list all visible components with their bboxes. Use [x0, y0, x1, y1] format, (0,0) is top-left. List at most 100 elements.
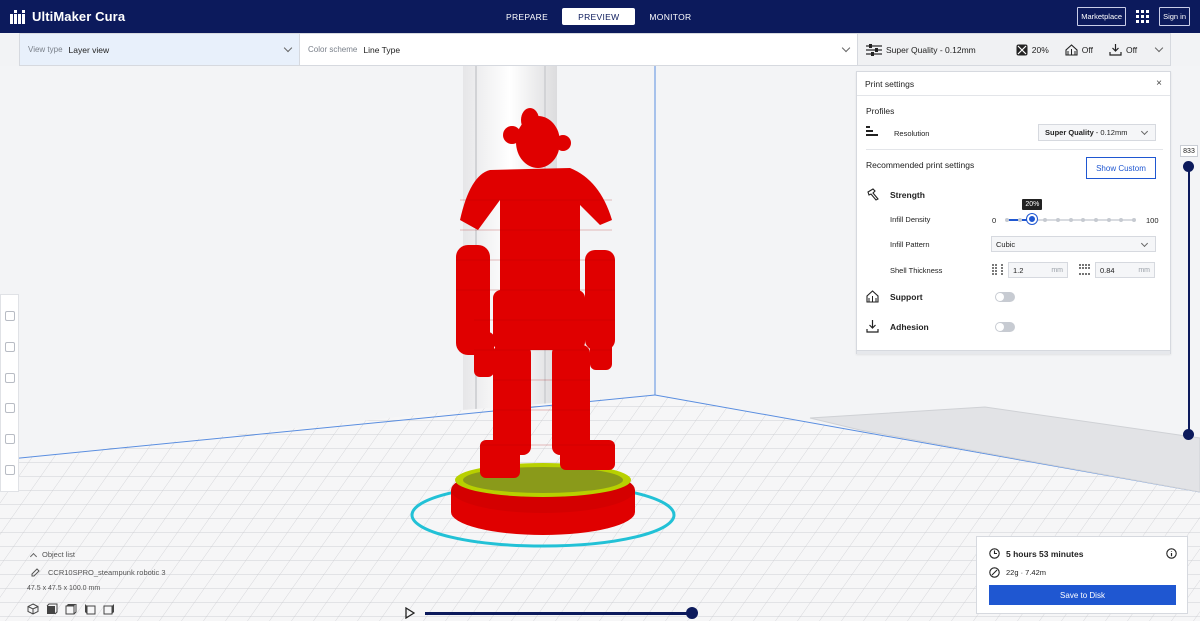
- strength-title: Strength: [890, 190, 925, 200]
- infill-max-label: 100: [1146, 216, 1159, 225]
- color-scheme-value: Line Type: [363, 44, 401, 55]
- wall-thickness-unit: mm: [1051, 266, 1063, 274]
- sliders-icon: [866, 43, 882, 56]
- mirror-tool-icon[interactable]: [4, 403, 15, 414]
- infill-icon: [1016, 44, 1028, 55]
- print-time-row: 5 hours 53 minutes: [989, 548, 1083, 559]
- tab-preview[interactable]: PREVIEW: [562, 8, 636, 25]
- layer-slider-track[interactable]: [1188, 166, 1190, 434]
- object-list-label: Object list: [42, 550, 75, 559]
- camera-view-buttons: [27, 603, 115, 615]
- material-usage: 22g · 7.42m: [1006, 568, 1047, 577]
- adhesion-icon: [1109, 43, 1122, 56]
- chevron-down-icon: [1154, 43, 1164, 53]
- view-toolbar: View type Layer view Color scheme Line T…: [19, 33, 1171, 66]
- scale-tool-icon[interactable]: [4, 341, 15, 352]
- top-bottom-thickness-icon: [1079, 264, 1090, 275]
- info-icon[interactable]: [1166, 548, 1177, 559]
- resolution-icon: [866, 126, 878, 136]
- print-setup-summary[interactable]: Super Quality - 0.12mm 20% Off Off: [858, 34, 1170, 65]
- marketplace-button[interactable]: Marketplace: [1077, 7, 1127, 26]
- infill-slider-tick: [1005, 218, 1009, 222]
- object-name: CCR10SPRO_steampunk robotic 3: [48, 568, 166, 577]
- infill-slider-tick: [1055, 218, 1060, 222]
- support-icon: [1065, 43, 1078, 56]
- left-view-icon[interactable]: [84, 603, 96, 615]
- brand-name: UltiMaker Cura: [32, 9, 126, 24]
- close-icon[interactable]: ×: [1156, 78, 1162, 89]
- simulation-slider-handle[interactable]: [686, 607, 698, 619]
- sign-in-button[interactable]: Sign in: [1159, 7, 1190, 26]
- infill-slider-tick: [1093, 218, 1098, 222]
- infill-slider-tick: [1119, 218, 1124, 222]
- print-settings-panel: Print settings × Profiles Resolution Sup…: [856, 71, 1171, 354]
- front-view-icon[interactable]: [46, 603, 58, 615]
- recommended-title: Recommended print settings: [866, 160, 975, 170]
- top-bar: UltiMaker Cura PREPARE PREVIEW MONITOR M…: [0, 0, 1200, 33]
- infill-pattern-select[interactable]: Cubic: [991, 236, 1156, 252]
- object-list-toggle[interactable]: Object list: [29, 550, 75, 560]
- infill-slider-tick: [1106, 218, 1111, 222]
- support-icon: [866, 290, 879, 303]
- hammer-icon: [867, 188, 879, 201]
- infill-slider-thumb[interactable]: [1027, 214, 1038, 224]
- save-to-disk-button[interactable]: Save to Disk: [989, 585, 1176, 605]
- infill-slider-tick: [1017, 218, 1022, 222]
- infill-slider-tick: [1043, 218, 1048, 222]
- adhesion-value: Off: [1125, 44, 1138, 55]
- per-model-settings-icon[interactable]: [4, 433, 15, 444]
- adhesion-summary: Off: [1109, 43, 1138, 56]
- ultimaker-logo-icon: [10, 9, 25, 24]
- infill-slider-tick: [1081, 218, 1086, 222]
- wall-thickness-input[interactable]: 1.2 mm: [1008, 262, 1068, 278]
- layer-slider-top-handle[interactable]: [1183, 161, 1194, 172]
- chevron-down-icon: [1140, 239, 1149, 248]
- color-scheme-label: Color scheme: [308, 45, 358, 54]
- wall-thickness-icon: [992, 264, 1003, 275]
- color-scheme-select[interactable]: Color scheme Line Type: [300, 34, 858, 65]
- support-summary: Off: [1065, 43, 1093, 56]
- spool-icon: [989, 567, 1000, 578]
- pencil-icon[interactable]: [31, 568, 40, 577]
- print-estimate-card: 5 hours 53 minutes 22g · 7.42m Save to D…: [976, 536, 1188, 614]
- tab-prepare[interactable]: PREPARE: [492, 8, 562, 25]
- chevron-down-icon: [283, 43, 293, 53]
- resolution-layer: - 0.12mm: [1095, 128, 1128, 137]
- top-view-icon[interactable]: [65, 603, 77, 615]
- layer-slider-bottom-handle[interactable]: [1183, 429, 1194, 440]
- tool-panel: [0, 294, 19, 492]
- infill-value: 20%: [1031, 44, 1049, 55]
- tab-monitor[interactable]: MONITOR: [635, 8, 705, 25]
- infill-density-label: Infill Density: [890, 215, 931, 224]
- stage-nav: PREPARE PREVIEW MONITOR: [492, 8, 706, 25]
- show-custom-button[interactable]: Show Custom: [1086, 157, 1156, 179]
- panel-footer: [857, 350, 1170, 354]
- divider: [866, 149, 1163, 150]
- support-value: Off: [1081, 44, 1093, 55]
- top-bottom-thickness-value: 0.84: [1100, 265, 1115, 275]
- layer-number-badge[interactable]: 833: [1180, 145, 1198, 157]
- support-title: Support: [890, 292, 923, 302]
- rotate-tool-icon[interactable]: [4, 372, 15, 383]
- adhesion-toggle[interactable]: [995, 322, 1015, 332]
- top-bottom-thickness-unit: mm: [1138, 266, 1150, 274]
- chevron-down-icon: [1140, 127, 1149, 136]
- quality-summary: Super Quality - 0.12mm: [866, 43, 976, 56]
- move-tool-icon[interactable]: [4, 311, 15, 322]
- top-bottom-thickness-input[interactable]: 0.84 mm: [1095, 262, 1155, 278]
- play-icon[interactable]: [405, 607, 415, 619]
- view-type-select[interactable]: View type Layer view: [20, 34, 300, 65]
- support-blocker-icon[interactable]: [4, 464, 15, 475]
- infill-summary: 20%: [1016, 44, 1049, 56]
- wall-thickness-value: 1.2: [1013, 265, 1024, 275]
- right-view-icon[interactable]: [103, 603, 115, 615]
- support-toggle[interactable]: [995, 292, 1015, 302]
- apps-grid-icon[interactable]: [1136, 10, 1150, 23]
- chevron-up-icon: [29, 552, 38, 560]
- 3d-view-icon[interactable]: [27, 603, 39, 615]
- top-right-actions: Marketplace Sign in: [1077, 7, 1190, 26]
- simulation-slider-track[interactable]: [425, 612, 692, 615]
- resolution-select[interactable]: Super Quality - 0.12mm: [1038, 124, 1156, 141]
- object-name-row[interactable]: CCR10SPRO_steampunk robotic 3: [31, 568, 166, 577]
- infill-slider-tick: [1132, 218, 1136, 222]
